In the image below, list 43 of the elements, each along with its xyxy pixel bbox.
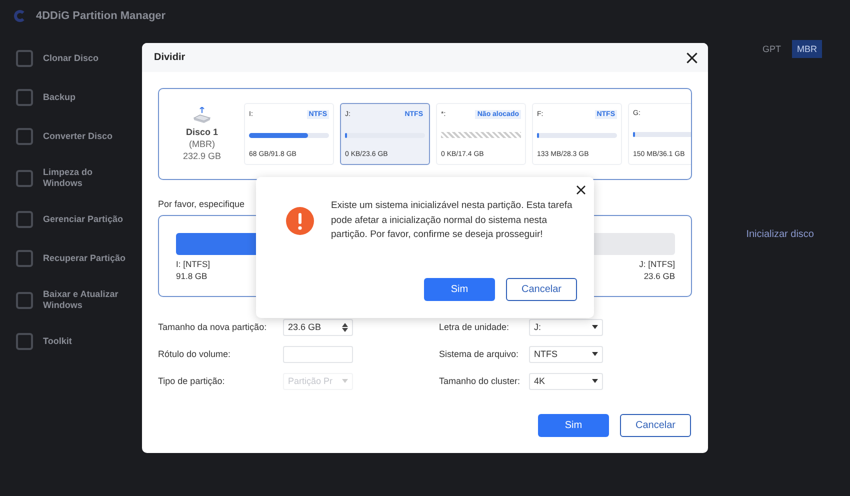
sidebar-item[interactable]: Backup <box>16 89 134 106</box>
sidebar-item[interactable]: Limpeza do Windows <box>16 167 134 189</box>
logo-icon <box>14 10 26 22</box>
input-field[interactable] <box>283 346 353 362</box>
cancel-button[interactable]: Cancelar <box>506 278 577 301</box>
dropdown[interactable]: NTFS <box>529 346 603 362</box>
partition-size: 91.8 GB <box>176 271 208 281</box>
size-spinner[interactable]: 23.6 GB <box>283 318 353 336</box>
usage-bar <box>633 132 691 136</box>
confirm-button[interactable]: Sim <box>538 414 609 437</box>
disk-size: 232.9 GB <box>182 151 222 161</box>
warning-message: Existe um sistema inicializável nesta partição. Esta tarefa pode afetar a inicialização normal do sistema nesta partição. Por favor, confirme se deseja prosseguir! <box>331 199 574 242</box>
sidebar-item[interactable]: Gerenciar Partição <box>16 211 134 228</box>
sidebar-item[interactable]: Recuperar Partição <box>16 250 134 267</box>
sidebar-item[interactable]: Clonar Disco <box>16 50 134 67</box>
sidebar-item[interactable]: Toolkit <box>16 333 134 350</box>
sidebar-item[interactable]: Converter Disco <box>16 128 134 145</box>
sidebar-item[interactable]: Baixar e Atualizar Windows <box>16 289 134 311</box>
partition-name: J: [NTFS] <box>639 259 675 269</box>
app-title: 4DDiG Partition Manager <box>36 10 166 22</box>
warning-icon <box>286 207 314 235</box>
confirm-button[interactable]: Sim <box>424 278 495 301</box>
close-icon[interactable] <box>686 52 698 64</box>
field-label: Rótulo do volume: <box>158 349 232 359</box>
dialog-title: Dividir <box>154 52 186 63</box>
disk-name: Disco 1 <box>186 127 218 137</box>
dropdown[interactable]: 4K <box>529 372 603 390</box>
field-label: Tipo de partição: <box>158 376 226 386</box>
field-label: Tamanho do cluster: <box>439 376 522 386</box>
style-tab[interactable]: MBR <box>792 40 822 58</box>
cancel-button[interactable]: Cancelar <box>620 414 691 437</box>
partition-name: I: [NTFS] <box>176 259 210 269</box>
dropdown[interactable]: J: <box>529 318 603 336</box>
style-tab[interactable]: GPT <box>757 40 786 58</box>
partition-size: 23.6 GB <box>644 271 675 281</box>
field-label: Tamanho da nova partição: <box>158 322 268 332</box>
disk-drive-icon <box>192 107 212 125</box>
instruction-text: Por favor, especifique <box>158 199 245 209</box>
initialize-disk-button[interactable]: Inicializar disco <box>740 228 820 241</box>
close-icon[interactable] <box>576 185 586 195</box>
field-label: Sistema de arquivo: <box>439 349 520 359</box>
partition-style: (MBR) <box>189 139 215 149</box>
field-label: Letra de unidade: <box>439 322 510 332</box>
